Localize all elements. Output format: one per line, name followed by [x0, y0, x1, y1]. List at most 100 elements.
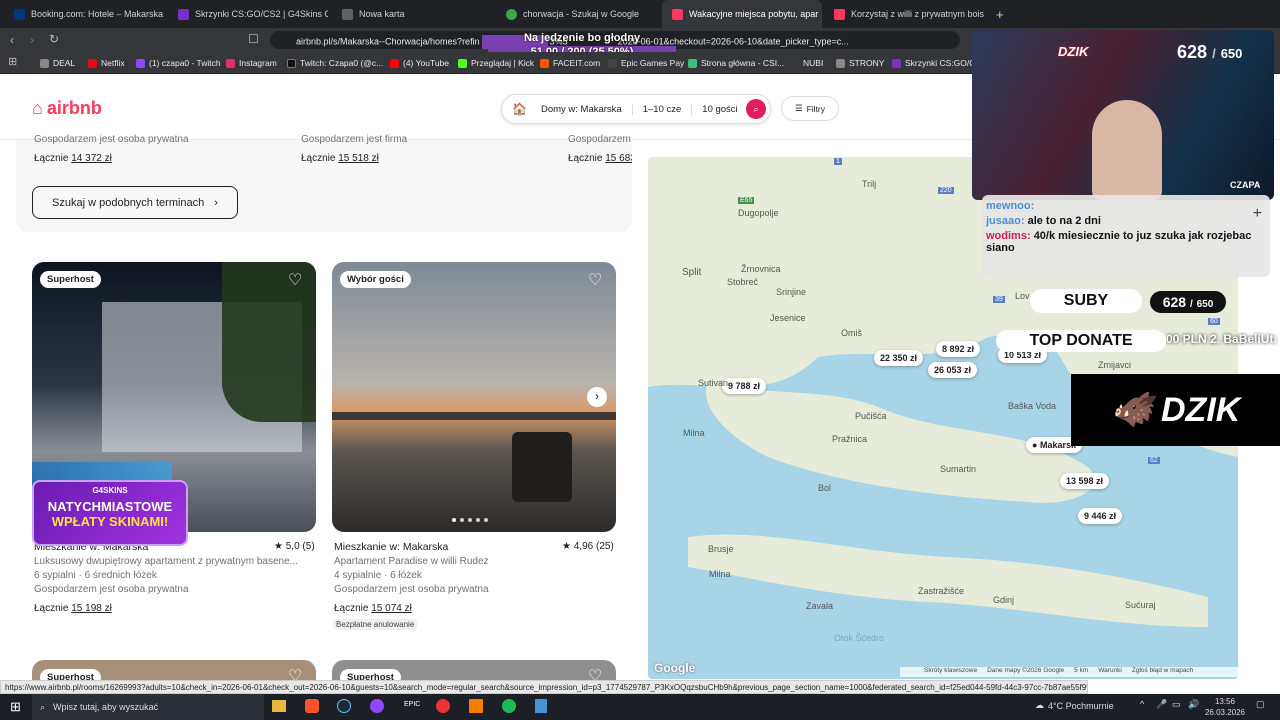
search-where[interactable]: Domy w: Makarska	[531, 103, 633, 115]
listing-total[interactable]: Łącznie 15 683	[568, 153, 632, 164]
tab-g4skins[interactable]: Skrzynki CS:GO/CS2 | G4Skins Case o	[168, 0, 328, 28]
map-price-pin[interactable]: 22 350 zł	[874, 350, 924, 366]
streamer-silhouette	[1092, 100, 1162, 200]
chat-message: jusaao: ale to na 2 dni	[986, 215, 1101, 227]
reload-icon[interactable]: ↻	[49, 32, 59, 46]
map-town-label: Lov	[1015, 291, 1030, 301]
bookmark-nubi[interactable]: NUBI	[803, 55, 823, 71]
bookmark-twitch[interactable]: (1) czapa0 - Twitch	[136, 55, 221, 71]
map-town-label: Milna	[709, 569, 731, 579]
top-donate-label: TOP DONATE	[996, 330, 1166, 352]
forward-icon[interactable]: ›	[30, 33, 34, 47]
bookmark-youtube[interactable]: (4) YouTube	[390, 55, 449, 71]
search-guests[interactable]: 10 gości	[692, 104, 747, 115]
map-town-label: Pučišća	[855, 411, 887, 421]
listing-total[interactable]: Łącznie 14 372 zł	[34, 153, 112, 164]
listing-host: Gospodarzem jest osoba prywatna	[334, 584, 489, 595]
filters-button[interactable]: ☰ Filtry	[781, 96, 839, 121]
house-icon: 🏠	[512, 102, 527, 116]
bookmark-strony[interactable]: STRONY	[836, 55, 884, 71]
map-town-label: Otok Šćedro	[834, 633, 885, 643]
youtube-icon	[390, 58, 399, 68]
map-price-pin[interactable]: 9 788 zł	[722, 378, 767, 394]
search-bar[interactable]: 🏠 Domy w: Makarska 1–10 cze 10 gości ⌕	[501, 94, 771, 124]
bookmark-kick[interactable]: Przeglądaj | Kick	[458, 55, 534, 71]
volume-icon[interactable]: 🔊	[1188, 699, 1199, 710]
epic-games-icon[interactable]: EPIC	[404, 701, 420, 708]
apps-grid-icon[interactable]: ⊞	[8, 55, 17, 68]
microphone-icon[interactable]: 🎤	[1156, 699, 1167, 710]
bookmark-csi[interactable]: Strona główna - CSI...	[688, 55, 784, 71]
map-price-pin[interactable]: 26 053 zł	[928, 362, 978, 378]
google-logo: Google	[654, 661, 696, 675]
kick-icon	[458, 58, 467, 68]
map-town-label: Stobreč	[727, 277, 759, 287]
tab-airbnb-active[interactable]: Wakacyjne miejsca pobytu, apar✕	[662, 0, 822, 28]
road-shield: 1	[834, 158, 842, 165]
airbnb-logo[interactable]: ⌂ airbnb	[32, 98, 102, 119]
tray-chevron-up-icon[interactable]: ^	[1140, 699, 1144, 709]
map-town-label: Milna	[683, 428, 705, 438]
obs-icon[interactable]	[370, 699, 384, 713]
listing-total[interactable]: Łącznie 15 518 zł	[301, 153, 379, 164]
faceit-icon[interactable]	[436, 699, 450, 713]
bookmark-faceit[interactable]: FACEIT.com	[540, 55, 600, 71]
listing-total[interactable]: Łącznie 15 074 zł	[334, 603, 412, 614]
bookmark-instagram[interactable]: Instagram	[226, 55, 277, 71]
listing-total[interactable]: Łącznie 15 198 zł	[34, 603, 112, 614]
bookmark-deal[interactable]: DEAL	[40, 55, 75, 71]
map-town-label: Sutivan	[698, 378, 729, 388]
map-price-pin[interactable]: 8 892 zł	[936, 341, 981, 357]
spotify-icon[interactable]	[502, 699, 516, 713]
tab-google[interactable]: chorwacja - Szukaj w Google	[496, 0, 660, 28]
next-photo-chevron-icon[interactable]: ›	[587, 387, 607, 407]
heart-icon[interactable]: ♡	[288, 270, 302, 290]
dot-icon	[468, 518, 472, 522]
bookmark-icon[interactable]: ☐	[248, 32, 259, 46]
bookmark-twitter[interactable]: Twitch: Czapa0 (@c...	[287, 55, 383, 71]
search-when[interactable]: 1–10 cze	[633, 103, 693, 115]
map-town-label: Zastražišće	[918, 586, 965, 596]
map-town-label: Omiš	[841, 328, 862, 338]
listing-title[interactable]: Mieszkanie w: Makarska	[334, 541, 448, 553]
steam-icon[interactable]	[337, 699, 351, 713]
heart-icon[interactable]: ♡	[588, 270, 602, 290]
app-icon[interactable]	[469, 699, 483, 713]
tab-airbnb-villa[interactable]: Korzystaj z willi z prywatnym boiskie	[824, 0, 984, 28]
map-report-link[interactable]: Zgłoś błąd w mapach	[1132, 667, 1193, 677]
map-footer: Skróty klawiszowe Dane mapy ©2026 Google…	[900, 667, 1238, 677]
search-icon[interactable]: ⌕	[746, 99, 766, 119]
listing-host: Gospodarzem jest firma	[301, 134, 408, 144]
windows-start-icon[interactable]: ⊞	[10, 699, 21, 715]
clock[interactable]: 13:56 26.03.2026	[1200, 696, 1250, 718]
map-shortcuts-link[interactable]: Skróty klawiszowe	[924, 667, 977, 677]
back-icon[interactable]: ‹	[10, 33, 14, 47]
photo-dots[interactable]	[452, 518, 488, 522]
network-icon[interactable]: ▭	[1172, 699, 1181, 710]
bookmark-epic[interactable]: Epic Games Pay	[608, 55, 684, 71]
similar-dates-button[interactable]: Szukaj w podobnych terminach ›	[32, 186, 238, 219]
g4skins-icon	[892, 58, 901, 68]
faceit-icon	[540, 58, 549, 68]
calculator-icon[interactable]	[535, 699, 547, 713]
chat-add-icon[interactable]: +	[1253, 205, 1262, 223]
chair-shape	[512, 432, 572, 502]
weather-widget[interactable]: ☁ 4°C Pochmurnie	[1035, 700, 1114, 711]
tab-new[interactable]: Nowa karta	[332, 0, 492, 28]
superhost-badge: Superhost	[40, 271, 101, 288]
file-explorer-icon[interactable]	[272, 700, 286, 712]
tab-booking[interactable]: Booking.com: Hotele – Makarska. Za	[4, 0, 164, 28]
map-town-label: Gdinj	[993, 595, 1015, 605]
map-town-label: Split	[682, 267, 702, 278]
new-tab-button[interactable]: +	[986, 0, 1010, 28]
map-terms-link[interactable]: Warunki	[1098, 667, 1122, 677]
map-price-pin[interactable]: 13 598 zł	[1060, 473, 1110, 489]
chat-message: wodims: 40/k miesiecznie to juz szuka ja…	[986, 230, 1252, 254]
map-price-pin[interactable]: 9 446 zł	[1078, 508, 1123, 524]
taskbar-search[interactable]: ⌕ Wpisz tutaj, aby wyszukać	[32, 694, 264, 720]
webcam-overlay: DZIK 628 / 650 CZAPA	[972, 30, 1274, 200]
bookmark-netflix[interactable]: Netflix	[88, 55, 125, 71]
brave-icon[interactable]	[305, 699, 319, 713]
listing-photo[interactable]	[332, 262, 616, 532]
notifications-icon[interactable]: ▢	[1256, 699, 1265, 710]
